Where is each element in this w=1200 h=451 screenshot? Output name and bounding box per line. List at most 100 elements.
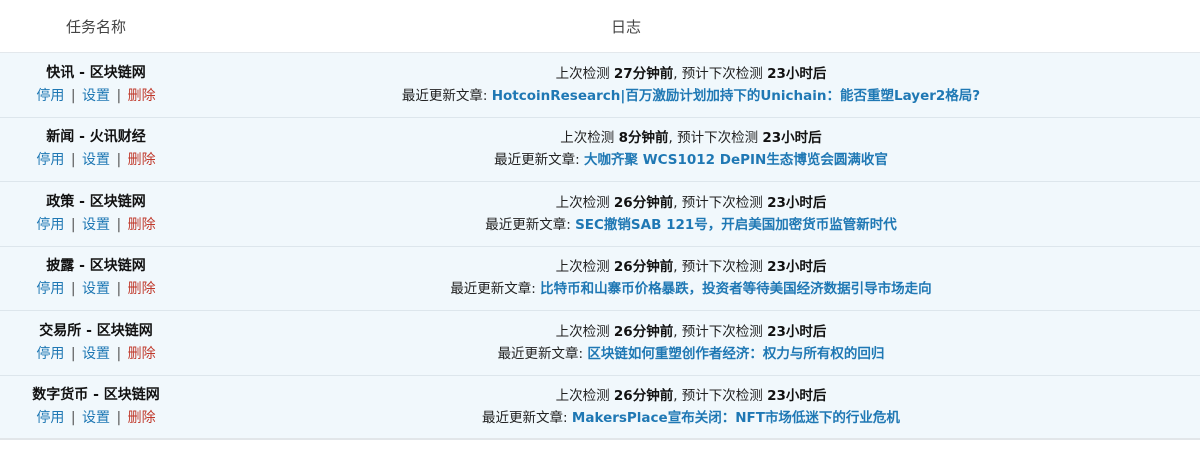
recent-article: 最近更新文章: MakersPlace宣布关闭：NFT市场低迷下的行业危机 bbox=[192, 407, 1190, 429]
last-check-value: 8分钟前 bbox=[618, 130, 669, 147]
log-cell: 上次检测 26分钟前, 预计下次检测 23小时后 最近更新文章: MakersP… bbox=[192, 385, 1200, 429]
task-title: 快讯 - 区块链网 bbox=[46, 64, 146, 81]
log-cell: 上次检测 26分钟前, 预计下次检测 23小时后 最近更新文章: SEC撤销SA… bbox=[192, 192, 1200, 236]
separator: | bbox=[116, 216, 122, 233]
table-row: 新闻 - 火讯财经 停用 | 设置 | 删除 上次检测 8分钟前, 预计下次检测… bbox=[0, 117, 1200, 182]
disable-link[interactable]: 停用 bbox=[36, 410, 64, 426]
article-link[interactable]: 大咖齐聚 WCS1012 DePIN生态博览会圆满收官 bbox=[584, 152, 888, 168]
check-status: 上次检测 26分钟前, 预计下次检测 23小时后 bbox=[192, 321, 1190, 343]
delete-link[interactable]: 删除 bbox=[128, 88, 156, 104]
settings-link[interactable]: 设置 bbox=[82, 410, 110, 426]
last-check-value: 26分钟前 bbox=[613, 259, 674, 276]
settings-link[interactable]: 设置 bbox=[82, 88, 110, 104]
task-actions: 停用 | 设置 | 删除 bbox=[0, 343, 192, 366]
recent-article-label: 最近更新文章: bbox=[497, 345, 584, 362]
task-actions: 停用 | 设置 | 删除 bbox=[0, 407, 192, 430]
task-title: 新闻 - 火讯财经 bbox=[46, 129, 146, 146]
last-check-label: 上次检测 bbox=[555, 259, 610, 276]
next-check-value: 23小时后 bbox=[767, 194, 827, 211]
last-check-label: 上次检测 bbox=[555, 194, 610, 211]
delete-link[interactable]: 删除 bbox=[128, 152, 156, 168]
header-log: 日志 bbox=[610, 17, 641, 36]
header-task-name: 任务名称 bbox=[65, 17, 126, 36]
table-row: 披露 - 区块链网 停用 | 设置 | 删除 上次检测 26分钟前, 预计下次检… bbox=[0, 246, 1200, 311]
delete-link[interactable]: 删除 bbox=[128, 217, 156, 233]
last-check-value: 27分钟前 bbox=[613, 65, 674, 82]
separator: | bbox=[116, 409, 122, 426]
separator: | bbox=[70, 281, 76, 298]
article-link[interactable]: HotcoinResearch|百万激励计划加持下的Unichain：能否重塑L… bbox=[492, 88, 980, 104]
next-check-label: , 预计下次检测 bbox=[668, 130, 759, 147]
task-cell: 新闻 - 火讯财经 停用 | 设置 | 删除 bbox=[0, 126, 192, 172]
task-log-table: 任务名称 日志 快讯 - 区块链网 停用 | 设置 | 删除 上次检测 27分钟… bbox=[0, 0, 1200, 451]
disable-link[interactable]: 停用 bbox=[36, 152, 64, 168]
disable-link[interactable]: 停用 bbox=[36, 217, 64, 233]
task-cell: 披露 - 区块链网 停用 | 设置 | 删除 bbox=[0, 255, 192, 301]
last-check-label: 上次检测 bbox=[560, 130, 615, 147]
separator: | bbox=[70, 216, 76, 233]
log-cell: 上次检测 26分钟前, 预计下次检测 23小时后 最近更新文章: 比特币和山寨币… bbox=[192, 256, 1200, 300]
table-row: 数字货币 - 区块链网 停用 | 设置 | 删除 上次检测 26分钟前, 预计下… bbox=[0, 375, 1200, 440]
delete-link[interactable]: 删除 bbox=[128, 410, 156, 426]
separator: | bbox=[116, 87, 122, 104]
next-check-label: , 预计下次检测 bbox=[673, 323, 763, 340]
task-actions: 停用 | 设置 | 删除 bbox=[0, 278, 192, 301]
separator: | bbox=[70, 409, 76, 426]
task-actions: 停用 | 设置 | 删除 bbox=[0, 214, 192, 237]
next-check-label: , 预计下次检测 bbox=[673, 194, 763, 211]
task-title: 交易所 - 区块链网 bbox=[39, 322, 153, 339]
task-cell: 数字货币 - 区块链网 停用 | 设置 | 删除 bbox=[0, 384, 192, 430]
recent-article-label: 最近更新文章: bbox=[401, 87, 488, 104]
last-check-label: 上次检测 bbox=[555, 65, 610, 82]
next-check-label: , 预计下次检测 bbox=[673, 259, 763, 276]
disable-link[interactable]: 停用 bbox=[36, 88, 64, 104]
settings-link[interactable]: 设置 bbox=[82, 281, 110, 297]
settings-link[interactable]: 设置 bbox=[82, 152, 110, 168]
delete-link[interactable]: 删除 bbox=[128, 281, 156, 297]
table-row: 政策 - 区块链网 停用 | 设置 | 删除 上次检测 26分钟前, 预计下次检… bbox=[0, 182, 1200, 247]
task-title: 披露 - 区块链网 bbox=[46, 258, 146, 275]
task-title: 政策 - 区块链网 bbox=[46, 193, 146, 210]
article-link[interactable]: SEC撤销SAB 121号，开启美国加密货币监管新时代 bbox=[575, 217, 897, 233]
disable-link[interactable]: 停用 bbox=[36, 281, 64, 297]
check-status: 上次检测 26分钟前, 预计下次检测 23小时后 bbox=[192, 192, 1190, 214]
log-cell: 上次检测 27分钟前, 预计下次检测 23小时后 最近更新文章: Hotcoin… bbox=[192, 63, 1200, 107]
recent-article-label: 最近更新文章: bbox=[482, 409, 568, 426]
next-check-value: 23小时后 bbox=[767, 387, 827, 404]
settings-link[interactable]: 设置 bbox=[82, 217, 110, 233]
check-status: 上次检测 26分钟前, 预计下次检测 23小时后 bbox=[192, 256, 1190, 278]
table-row: 交易所 - 区块链网 停用 | 设置 | 删除 上次检测 26分钟前, 预计下次… bbox=[0, 311, 1200, 376]
last-check-value: 26分钟前 bbox=[613, 194, 674, 211]
log-cell: 上次检测 8分钟前, 预计下次检测 23小时后 最近更新文章: 大咖齐聚 WCS… bbox=[192, 127, 1200, 171]
table-body: 快讯 - 区块链网 停用 | 设置 | 删除 上次检测 27分钟前, 预计下次检… bbox=[0, 53, 1200, 440]
article-link[interactable]: 比特币和山寨币价格暴跌，投资者等待美国经济数据引导市场走向 bbox=[540, 281, 932, 297]
check-status: 上次检测 27分钟前, 预计下次检测 23小时后 bbox=[192, 63, 1190, 85]
separator: | bbox=[116, 281, 122, 298]
recent-article: 最近更新文章: 比特币和山寨币价格暴跌，投资者等待美国经济数据引导市场走向 bbox=[192, 278, 1190, 300]
check-status: 上次检测 26分钟前, 预计下次检测 23小时后 bbox=[192, 385, 1190, 407]
recent-article-label: 最近更新文章: bbox=[485, 216, 571, 233]
separator: | bbox=[116, 152, 122, 169]
recent-article-label: 最近更新文章: bbox=[450, 281, 536, 298]
delete-link[interactable]: 删除 bbox=[128, 346, 156, 362]
task-actions: 停用 | 设置 | 删除 bbox=[0, 85, 192, 108]
check-status: 上次检测 8分钟前, 预计下次检测 23小时后 bbox=[192, 127, 1190, 149]
last-check-label: 上次检测 bbox=[555, 323, 610, 340]
separator: | bbox=[70, 345, 76, 362]
next-check-value: 23小时后 bbox=[767, 65, 827, 82]
recent-article: 最近更新文章: HotcoinResearch|百万激励计划加持下的Unicha… bbox=[192, 85, 1190, 107]
next-check-value: 23小时后 bbox=[767, 323, 827, 340]
article-link[interactable]: MakersPlace宣布关闭：NFT市场低迷下的行业危机 bbox=[572, 410, 900, 426]
separator: | bbox=[70, 87, 76, 104]
last-check-label: 上次检测 bbox=[555, 387, 610, 404]
article-link[interactable]: 区块链如何重塑创作者经济：权力与所有权的回归 bbox=[587, 346, 884, 362]
last-check-value: 26分钟前 bbox=[613, 323, 674, 340]
settings-link[interactable]: 设置 bbox=[82, 346, 110, 362]
log-cell: 上次检测 26分钟前, 预计下次检测 23小时后 最近更新文章: 区块链如何重塑… bbox=[192, 321, 1200, 365]
next-check-value: 23小时后 bbox=[762, 130, 822, 147]
next-check-label: , 预计下次检测 bbox=[673, 387, 763, 404]
task-cell: 政策 - 区块链网 停用 | 设置 | 删除 bbox=[0, 191, 192, 237]
separator: | bbox=[116, 345, 122, 362]
next-check-label: , 预计下次检测 bbox=[673, 65, 763, 82]
disable-link[interactable]: 停用 bbox=[36, 346, 64, 362]
